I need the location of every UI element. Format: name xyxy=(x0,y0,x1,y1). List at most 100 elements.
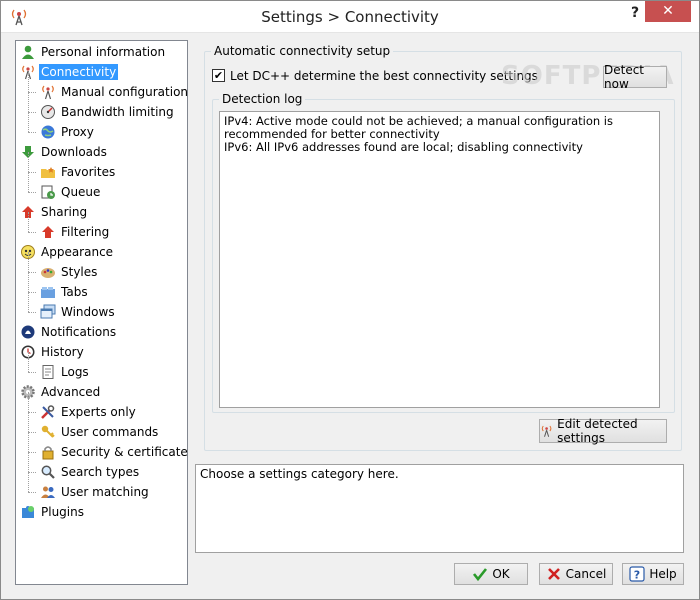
tree-connector xyxy=(28,72,29,92)
tree-item-windows[interactable]: Windows xyxy=(40,302,117,322)
user-icon xyxy=(22,45,34,59)
tree-item-downloads[interactable]: Downloads xyxy=(20,142,109,162)
lock-icon xyxy=(42,446,54,460)
title-help-button[interactable]: ? xyxy=(627,5,643,25)
tree-item-history[interactable]: History xyxy=(20,342,86,362)
tree-item-manual-configuration[interactable]: Manual configuration xyxy=(40,82,187,102)
edit-detected-settings-label: Edit detected settings xyxy=(557,417,638,445)
help-icon: ? xyxy=(629,566,645,582)
tree-item-sharing[interactable]: Sharing xyxy=(20,202,89,222)
tree-item-bandwidth-limiting[interactable]: Bandwidth limiting xyxy=(40,102,176,122)
tree-connector xyxy=(28,252,29,272)
tree-connector xyxy=(28,312,36,313)
settings-category-tree[interactable]: Personal information Connectivity Manual c… xyxy=(15,40,188,585)
tree-item-security-and-certificates[interactable]: Security & certificates xyxy=(40,442,188,462)
tree-item-favorites[interactable]: Favorites xyxy=(40,162,117,182)
tree-connector xyxy=(28,432,29,452)
tree-connector xyxy=(28,272,36,273)
detection-log-text[interactable]: IPv4: Active mode could not be achieved;… xyxy=(219,111,660,408)
tree-item-label: User commands xyxy=(61,425,159,439)
tree-connector xyxy=(28,292,29,312)
tree-item-advanced[interactable]: Advanced xyxy=(20,382,102,402)
windows-icon xyxy=(40,304,56,319)
tree-item-label: Filtering xyxy=(61,225,110,239)
tree-connector xyxy=(28,372,36,373)
tree-item-label: Connectivity xyxy=(39,64,119,80)
tree-item-plugins[interactable]: Plugins xyxy=(20,502,86,522)
tree-item-label: Sharing xyxy=(41,205,88,219)
help-button[interactable]: ? Help xyxy=(622,563,684,585)
tree-item-styles[interactable]: Styles xyxy=(40,262,99,282)
users-icon xyxy=(41,486,55,498)
notifications-icon xyxy=(21,325,35,339)
auto-detect-checkbox[interactable]: ✔ xyxy=(212,69,225,82)
tree-item-queue[interactable]: Queue xyxy=(40,182,102,202)
tree-item-label: History xyxy=(41,345,84,359)
ok-button[interactable]: OK xyxy=(454,563,528,585)
tree-item-label: Personal information xyxy=(41,45,166,59)
tree-connector xyxy=(28,412,29,432)
tree-connector xyxy=(28,112,29,132)
detect-now-button[interactable]: Detect now xyxy=(603,63,667,91)
tree-connector xyxy=(28,292,36,293)
tree-item-label: Queue xyxy=(61,185,101,199)
tree-item-label: Windows xyxy=(61,305,115,319)
tree-item-tabs[interactable]: Tabs xyxy=(40,282,90,302)
tree-item-label: Favorites xyxy=(61,165,116,179)
tree-connector xyxy=(28,92,29,112)
tree-connector xyxy=(28,92,36,93)
tree-connector xyxy=(28,472,29,492)
tree-item-user-commands[interactable]: User commands xyxy=(40,422,160,442)
antenna-icon xyxy=(42,85,54,100)
cancel-button[interactable]: Cancel xyxy=(539,563,613,585)
tree-connector xyxy=(28,212,29,232)
edit-detected-settings-button[interactable]: Edit detected settings xyxy=(539,417,667,445)
auto-detect-checkbox-label: Let DC++ determine the best connectivity… xyxy=(230,69,538,83)
tree-connector xyxy=(28,492,36,493)
tree-item-label: Search types xyxy=(61,465,140,479)
detection-log-title: Detection log xyxy=(219,92,306,106)
tree-connector xyxy=(28,272,29,292)
tree-item-connectivity[interactable]: Connectivity xyxy=(20,62,119,82)
tree-item-logs[interactable]: Logs xyxy=(40,362,91,382)
tree-item-notifications[interactable]: Notifications xyxy=(20,322,118,342)
key-icon xyxy=(41,425,55,438)
tree-item-label: Security & certificates xyxy=(61,445,188,459)
tree-item-label: Notifications xyxy=(41,325,117,339)
tools-icon xyxy=(41,405,55,419)
tree-connector xyxy=(28,452,29,472)
tree-item-appearance[interactable]: Appearance xyxy=(20,242,115,262)
window-title: Settings > Connectivity xyxy=(261,8,439,26)
tree-connector xyxy=(28,432,36,433)
ok-label: OK xyxy=(492,567,510,581)
checkmark-icon xyxy=(473,568,488,582)
tree-connector xyxy=(28,132,36,133)
auto-connectivity-group-title: Automatic connectivity setup xyxy=(211,44,394,58)
tree-connector xyxy=(28,352,29,372)
svg-text:?: ? xyxy=(634,569,640,582)
tree-item-label: User matching xyxy=(61,485,149,499)
tree-connector xyxy=(28,152,29,172)
gauge-icon xyxy=(41,105,55,119)
queue-icon xyxy=(41,185,55,199)
tree-item-experts-only[interactable]: Experts only xyxy=(40,402,138,422)
log-file-icon xyxy=(42,365,54,379)
cross-icon xyxy=(547,568,560,580)
tree-item-proxy[interactable]: Proxy xyxy=(40,122,96,142)
tree-item-filtering[interactable]: Filtering xyxy=(40,222,111,242)
log-line-ipv6: IPv6: All IPv6 addresses found are local… xyxy=(224,140,583,154)
tree-item-label: Proxy xyxy=(61,125,94,139)
tree-item-label: Bandwidth limiting xyxy=(61,105,174,119)
title-bar: Settings > Connectivity ? ✕ xyxy=(1,1,699,33)
log-line-ipv4: IPv4: Active mode could not be achieved;… xyxy=(224,114,613,141)
tree-item-search-types[interactable]: Search types xyxy=(40,462,141,482)
magnifier-icon xyxy=(41,465,55,479)
tree-connector xyxy=(28,112,36,113)
tree-connector xyxy=(28,452,36,453)
plugin-icon xyxy=(22,506,34,518)
tree-item-user-matching[interactable]: User matching xyxy=(40,482,151,502)
tree-connector xyxy=(28,392,29,412)
close-button[interactable]: ✕ xyxy=(645,1,691,22)
tree-item-personal-information[interactable]: Personal information xyxy=(20,42,167,62)
tabs-icon xyxy=(41,287,55,298)
